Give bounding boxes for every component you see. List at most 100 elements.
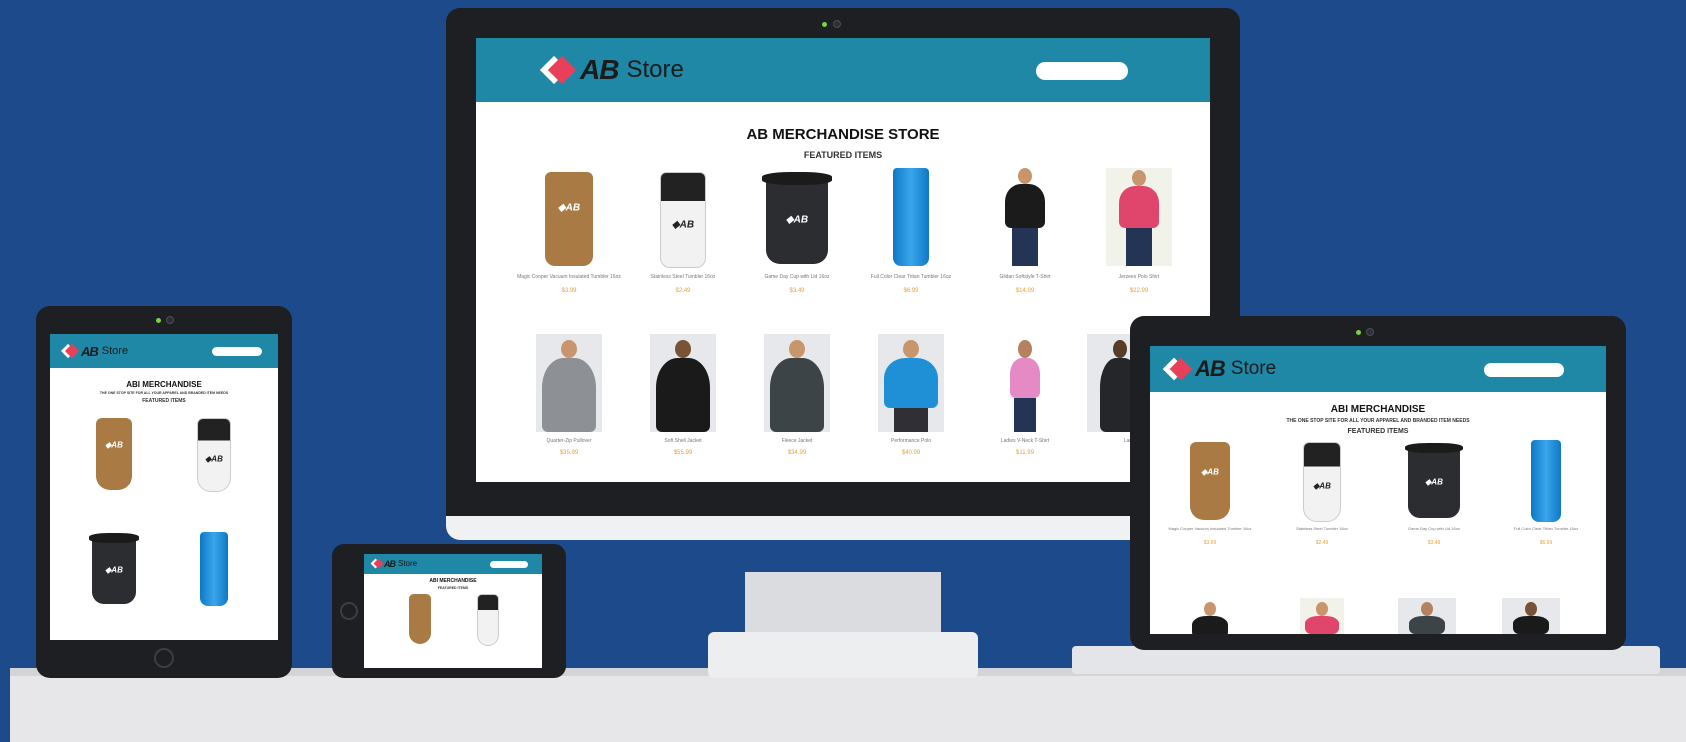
product-card[interactable]: Full Color Clear Tritan Tumbler 16oz $6.… [1494,440,1598,552]
phone-device: AB Store ABI MERCHANDISE FEATURED ITEMS [332,544,566,678]
product-card[interactable]: Fleece Jacket $34.99 [742,334,852,474]
product-card[interactable]: ◆AB [74,532,154,632]
logo-ab: AB [1195,356,1226,381]
logo-mark-icon: ◆AB [105,565,123,575]
product-caption: Ladies V-Neck T-Shirt [1000,438,1050,444]
product-image: ◆AB [762,172,832,264]
tablet-camera [166,316,174,324]
page-title: ABI MERCHANDISE [126,380,202,389]
product-image [650,334,716,432]
page-title: AB MERCHANDISE STORE [746,126,940,143]
product-image [1531,440,1561,522]
tablet-device: AB Store ABI MERCHANDISE THE ONE STOP SI… [36,306,292,678]
search-input[interactable] [490,561,528,568]
product-card[interactable]: Quarter-Zip Pullover $35.99 [514,334,624,474]
product-card[interactable]: Ladies V-Neck T-Shirt $11.99 [970,334,1080,474]
store-logo[interactable]: AB Store [370,558,417,569]
product-card[interactable] [1292,598,1352,634]
page-title: ABI MERCHANDISE [429,578,477,584]
product-price: $2.49 [675,288,691,294]
logo-mark-icon: ◆AB [105,440,123,450]
product-image [1300,598,1344,634]
store-header: AB Store [476,38,1210,102]
product-price: $34.99 [787,450,807,456]
logo-store: Store [398,559,418,568]
product-card[interactable]: ◆AB [74,414,154,514]
product-image [1106,168,1172,266]
product-card[interactable] [1396,598,1456,634]
product-card[interactable]: Performance Polo $40.99 [856,334,966,474]
product-card[interactable]: ◆AB Magic Cooper Vacuum Insulated Tumble… [1158,440,1262,552]
product-card[interactable]: Soft Shell Jacket $55.99 [628,334,738,474]
product-card[interactable] [468,592,508,662]
logo-store: Store [626,56,684,83]
product-caption: Game Day Cup with Lid 16oz [1407,526,1461,531]
featured-heading: FEATURED ITEMS [437,586,469,590]
product-image [893,168,929,266]
product-card[interactable] [1500,598,1560,634]
phone-home-button[interactable] [340,602,358,620]
product-caption: Full Color Clear Tritan Tumbler 16oz [1513,526,1579,531]
logo-diamond-icon [370,558,384,569]
page-title: ABI MERCHANDISE [1330,404,1426,415]
product-caption: Performance Polo [890,438,932,444]
product-price: $14.99 [1015,288,1035,294]
product-price: $40.99 [901,450,921,456]
model-figure [1407,602,1447,634]
product-card[interactable] [1180,598,1240,634]
product-image [536,334,602,432]
store-logo[interactable]: AB Store [538,54,684,86]
product-card[interactable]: ◆AB Stainless Steel Tumbler 16oz $2.49 [1270,440,1374,552]
product-price: $2.49 [1315,540,1329,546]
laptop-base [1072,646,1660,674]
product-caption: Full Color Clear Tritan Tumbler 16oz [870,274,952,280]
store-logo[interactable]: AB Store [1162,356,1276,382]
product-image [995,168,1055,266]
product-price: $3.49 [1427,540,1441,546]
search-input[interactable] [1036,62,1128,80]
product-caption: Magic Cooper Vacuum Insulated Tumbler 16… [517,274,621,280]
product-card[interactable]: ◆AB Game Day Cup with Lid 16oz $3.49 [1382,440,1486,552]
tablet-home-button[interactable] [154,648,174,668]
product-card[interactable]: Gildan Softstyle T-Shirt $14.99 [970,166,1080,306]
product-image: ◆AB [89,533,139,604]
logo-diamond-icon [538,54,577,86]
page-tagline: THE ONE STOP SITE FOR ALL YOUR APPAREL A… [99,391,229,395]
logo-ab: AB [580,54,619,85]
logo-store: Store [101,345,129,357]
logo-diamond-icon [60,343,80,359]
store-logo[interactable]: AB Store [60,343,128,359]
product-card[interactable]: Full Color Clear Tritan Tumbler 16oz $6.… [856,166,966,306]
product-price: $55.99 [673,450,693,456]
model-figure [1109,170,1169,266]
desktop-monitor: AB Store AB MERCHANDISE STORE FEATURED I… [446,8,1240,540]
laptop-camera-led [1356,330,1361,335]
logo-mark-icon: ◆AB [785,214,809,226]
logo-mark-icon: ◆AB [671,219,695,231]
product-card[interactable]: ◆AB Stainless Steel Tumbler 16oz $2.49 [628,166,738,306]
product-image: ◆AB [1303,442,1341,522]
product-image: ◆AB [1404,443,1464,518]
product-card[interactable]: ◆AB Game Day Cup with Lid 16oz $3.49 [742,166,852,306]
product-image [409,594,431,644]
monitor-stand-base [708,632,978,678]
model-figure [995,168,1055,266]
product-card[interactable]: ◆AB Magic Cooper Vacuum Insulated Tumble… [514,166,624,306]
laptop-device: AB Store ABI MERCHANDISE THE ONE STOP SI… [1130,316,1626,650]
product-caption: Soft Shell Jacket [664,438,702,444]
search-input[interactable] [1484,363,1564,377]
logo-diamond-icon [1162,356,1193,382]
product-card[interactable]: ◆AB [174,414,254,514]
product-price: $11.99 [1016,450,1034,456]
product-price: $35.99 [559,450,579,456]
product-caption: Stainless Steel Tumbler 16oz [650,274,716,280]
product-card[interactable] [174,532,254,632]
search-input[interactable] [212,347,262,356]
monitor-camera-led [822,22,827,27]
product-card[interactable]: Jerzees Polo Shirt $22.99 [1084,166,1194,306]
product-image [764,334,830,432]
product-price: $22.99 [1129,288,1149,294]
product-card[interactable] [400,592,440,662]
logo-mark-icon: ◆AB [557,202,581,214]
monitor-camera [833,20,841,28]
